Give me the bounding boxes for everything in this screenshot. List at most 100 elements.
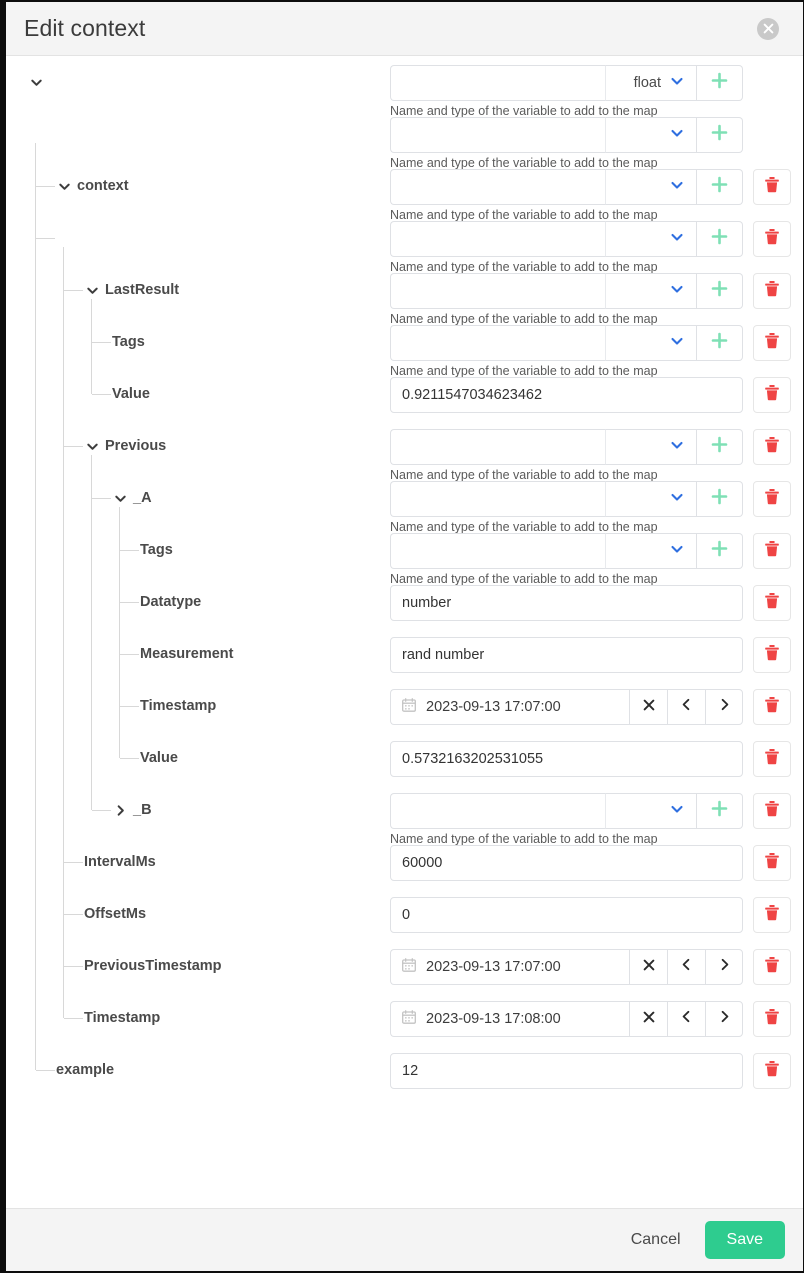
previous-date-button[interactable] <box>667 689 705 725</box>
value-input[interactable] <box>390 377 743 413</box>
next-date-button[interactable] <box>705 949 743 985</box>
tree-node-example[interactable]: example <box>56 1044 114 1096</box>
add-variable-button[interactable] <box>697 117 743 153</box>
add-variable-button[interactable] <box>697 273 743 309</box>
variable-name-input[interactable] <box>390 325 605 361</box>
delete-row-button[interactable] <box>753 325 791 361</box>
variable-name-input[interactable] <box>390 221 605 257</box>
tree-node-root[interactable] <box>28 56 44 108</box>
variable-name-input[interactable] <box>390 481 605 517</box>
delete-row-button[interactable] <box>753 793 791 829</box>
tree-node-value[interactable]: Value <box>112 368 150 420</box>
variable-type-select[interactable] <box>605 429 697 465</box>
delete-row-button[interactable] <box>753 1001 791 1037</box>
delete-row-button[interactable] <box>753 585 791 621</box>
tree-node-tags[interactable]: Tags <box>112 316 145 368</box>
context-row: _A Name and type of the variable to add t… <box>6 472 803 534</box>
delete-row-button[interactable] <box>753 1053 791 1089</box>
variable-type-select[interactable] <box>605 117 697 153</box>
variable-name-input[interactable] <box>390 273 605 309</box>
delete-row-button[interactable] <box>753 689 791 725</box>
datetime-field[interactable]: 2023-09-13 17:08:00 <box>390 1001 629 1037</box>
save-button[interactable]: Save <box>704 1221 785 1259</box>
delete-row-button[interactable] <box>753 845 791 881</box>
variable-type-select[interactable]: float <box>605 65 697 101</box>
variable-type-select[interactable] <box>605 325 697 361</box>
next-date-button[interactable] <box>705 689 743 725</box>
tree-node-datatype[interactable]: Datatype <box>140 576 201 628</box>
delete-row-button[interactable] <box>753 637 791 673</box>
clear-date-button[interactable] <box>629 949 667 985</box>
add-variable-button[interactable] <box>697 481 743 517</box>
previous-date-button[interactable] <box>667 949 705 985</box>
tree-node-_b[interactable]: _B <box>112 784 152 836</box>
value-input[interactable] <box>390 845 743 881</box>
tree-node-previoustimestamp[interactable]: PreviousTimestamp <box>84 940 222 992</box>
chevron-down-icon[interactable] <box>56 178 72 194</box>
calendar-icon <box>402 1009 416 1029</box>
tree-node-timestamp[interactable]: Timestamp <box>140 680 216 732</box>
variable-name-input[interactable] <box>390 117 605 153</box>
add-variable-button[interactable] <box>697 325 743 361</box>
close-icon[interactable] <box>757 17 779 40</box>
previous-date-button[interactable] <box>667 1001 705 1037</box>
chevron-down-icon[interactable] <box>28 74 44 90</box>
tree-node-value[interactable]: Value <box>140 732 178 784</box>
chevron-down-icon[interactable] <box>112 490 128 506</box>
variable-type-select[interactable] <box>605 793 697 829</box>
delete-row-button[interactable] <box>753 533 791 569</box>
page-title: Edit context <box>24 15 146 41</box>
delete-row-button[interactable] <box>753 897 791 933</box>
tree-node-_a[interactable]: _A <box>112 472 152 524</box>
datetime-field[interactable]: 2023-09-13 17:07:00 <box>390 949 629 985</box>
delete-row-button[interactable] <box>753 273 791 309</box>
value-input[interactable] <box>390 637 743 673</box>
tree-node-offsetms[interactable]: OffsetMs <box>84 888 146 940</box>
context-row: LastResult Name and type of the variable … <box>6 264 803 326</box>
delete-row-button[interactable] <box>753 741 791 777</box>
add-variable-button[interactable] <box>697 533 743 569</box>
clear-date-button[interactable] <box>629 1001 667 1037</box>
variable-name-input[interactable] <box>390 429 605 465</box>
tree-guide-line <box>119 507 120 758</box>
variable-name-input[interactable] <box>390 65 605 101</box>
variable-name-input[interactable] <box>390 793 605 829</box>
delete-row-button[interactable] <box>753 429 791 465</box>
add-variable-button[interactable] <box>697 429 743 465</box>
chevron-right-icon[interactable] <box>112 802 128 818</box>
variable-name-input[interactable] <box>390 533 605 569</box>
chevron-down-icon[interactable] <box>84 282 100 298</box>
tree-node-lastresult[interactable]: LastResult <box>84 264 179 316</box>
value-input[interactable] <box>390 585 743 621</box>
chevron-down-icon[interactable] <box>84 438 100 454</box>
tree-node-previous[interactable]: Previous <box>84 420 166 472</box>
next-date-button[interactable] <box>705 1001 743 1037</box>
delete-row-button[interactable] <box>753 481 791 517</box>
variable-type-select[interactable] <box>605 533 697 569</box>
tree-node-tags[interactable]: Tags <box>140 524 173 576</box>
variable-type-select[interactable] <box>605 169 697 205</box>
delete-row-button[interactable] <box>753 221 791 257</box>
value-input[interactable] <box>390 1053 743 1089</box>
clear-date-button[interactable] <box>629 689 667 725</box>
add-variable-button[interactable] <box>697 169 743 205</box>
add-variable-button[interactable] <box>697 65 743 101</box>
delete-row-button[interactable] <box>753 949 791 985</box>
variable-type-select[interactable] <box>605 273 697 309</box>
add-variable-button[interactable] <box>697 793 743 829</box>
tree-node-intervalms[interactable]: IntervalMs <box>84 836 156 888</box>
variable-type-select[interactable] <box>605 481 697 517</box>
delete-row-button[interactable] <box>753 377 791 413</box>
tree-cell <box>6 108 390 160</box>
variable-type-select[interactable] <box>605 221 697 257</box>
value-input[interactable] <box>390 741 743 777</box>
tree-node-timestamp[interactable]: Timestamp <box>84 992 160 1044</box>
tree-node-context[interactable]: context <box>56 160 129 212</box>
delete-row-button[interactable] <box>753 169 791 205</box>
cancel-button[interactable]: Cancel <box>617 1222 695 1258</box>
add-variable-button[interactable] <box>697 221 743 257</box>
variable-name-input[interactable] <box>390 169 605 205</box>
value-input[interactable] <box>390 897 743 933</box>
datetime-field[interactable]: 2023-09-13 17:07:00 <box>390 689 629 725</box>
tree-node-measurement[interactable]: Measurement <box>140 628 233 680</box>
